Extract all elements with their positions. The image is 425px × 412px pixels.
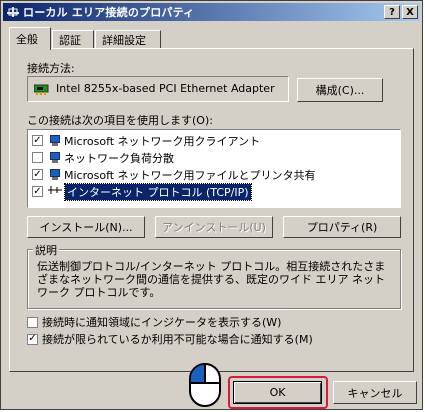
list-item-selected[interactable]: インターネット プロトコル (TCP/IP) <box>32 182 252 201</box>
checkbox[interactable] <box>27 316 38 328</box>
close-icon: X <box>406 6 414 18</box>
description-text: 伝送制御プロトコル/インターネット プロトコル。相互接続されたさまざまなネットワ… <box>37 260 386 299</box>
adapter-box: Intel 8255x-based PCI Ethernet Adapter <box>27 76 289 102</box>
uninstall-button: アンインストール(U) <box>155 216 273 238</box>
mouse-left-click-icon <box>187 361 223 412</box>
network-service-icon <box>47 168 61 181</box>
network-service-icon <box>47 151 61 164</box>
cancel-button[interactable]: キャンセル <box>333 381 417 404</box>
network-adapter-icon <box>33 83 50 98</box>
description-title: 説明 <box>33 242 59 258</box>
configure-button[interactable]: 構成(C)... <box>297 78 383 102</box>
list-item[interactable]: Microsoft ネットワーク用クライアント <box>32 132 260 149</box>
list-item-label: Microsoft ネットワーク用ファイルとプリンタ共有 <box>64 168 316 182</box>
tab-advanced[interactable]: 詳細設定 <box>95 30 161 49</box>
properties-button[interactable]: プロパティ(R) <box>283 216 401 238</box>
network-client-icon <box>47 134 61 147</box>
list-item[interactable]: Microsoft ネットワーク用ファイルとプリンタ共有 <box>32 166 316 183</box>
network-connection-icon <box>6 6 20 18</box>
option-label: 接続が限られているか利用不可能な場合に通知する(M) <box>42 333 313 346</box>
items-label: この接続は次の項目を使用します(O): <box>27 114 213 127</box>
list-item-label: ネットワーク負荷分散 <box>64 151 174 165</box>
show-indicator-option[interactable]: 接続時に通知領域にインジケータを表示する(W) <box>27 314 281 330</box>
close-button[interactable]: X <box>402 5 418 19</box>
checkbox[interactable] <box>32 135 43 146</box>
notify-limited-option[interactable]: 接続が限られているか利用不可能な場合に通知する(M) <box>27 331 313 347</box>
help-button[interactable]: ? <box>384 5 400 19</box>
option-label: 接続時に通知領域にインジケータを表示する(W) <box>42 316 282 329</box>
list-item[interactable]: ネットワーク負荷分散 <box>32 149 174 166</box>
connection-method-label: 接続方法: <box>27 62 75 75</box>
adapter-name: Intel 8255x-based PCI Ethernet Adapter <box>56 82 275 95</box>
ok-button[interactable]: OK <box>233 381 322 404</box>
checkbox[interactable] <box>32 186 43 197</box>
list-item-label: インターネット プロトコル (TCP/IP) <box>64 182 252 201</box>
protocol-icon <box>47 185 63 198</box>
component-list[interactable]: Microsoft ネットワーク用クライアント ネットワーク負荷分散 Micro… <box>27 129 401 208</box>
checkbox[interactable] <box>27 333 38 345</box>
properties-dialog: ローカル エリア接続のプロパティ ? X 全般 認証 詳細設定 接続方法: In… <box>0 0 423 410</box>
checkbox[interactable] <box>32 152 43 163</box>
tab-general[interactable]: 全般 <box>9 27 51 50</box>
tab-authentication[interactable]: 認証 <box>52 30 94 49</box>
install-button[interactable]: インストール(N)... <box>27 216 145 238</box>
title-bar[interactable]: ローカル エリア接続のプロパティ ? X <box>3 3 420 21</box>
list-item-label: Microsoft ネットワーク用クライアント <box>64 134 261 148</box>
window-title: ローカル エリア接続のプロパティ <box>23 6 195 19</box>
general-panel: 接続方法: Intel 8255x-based PCI Ethernet Ada… <box>9 48 414 372</box>
checkbox[interactable] <box>32 169 43 180</box>
